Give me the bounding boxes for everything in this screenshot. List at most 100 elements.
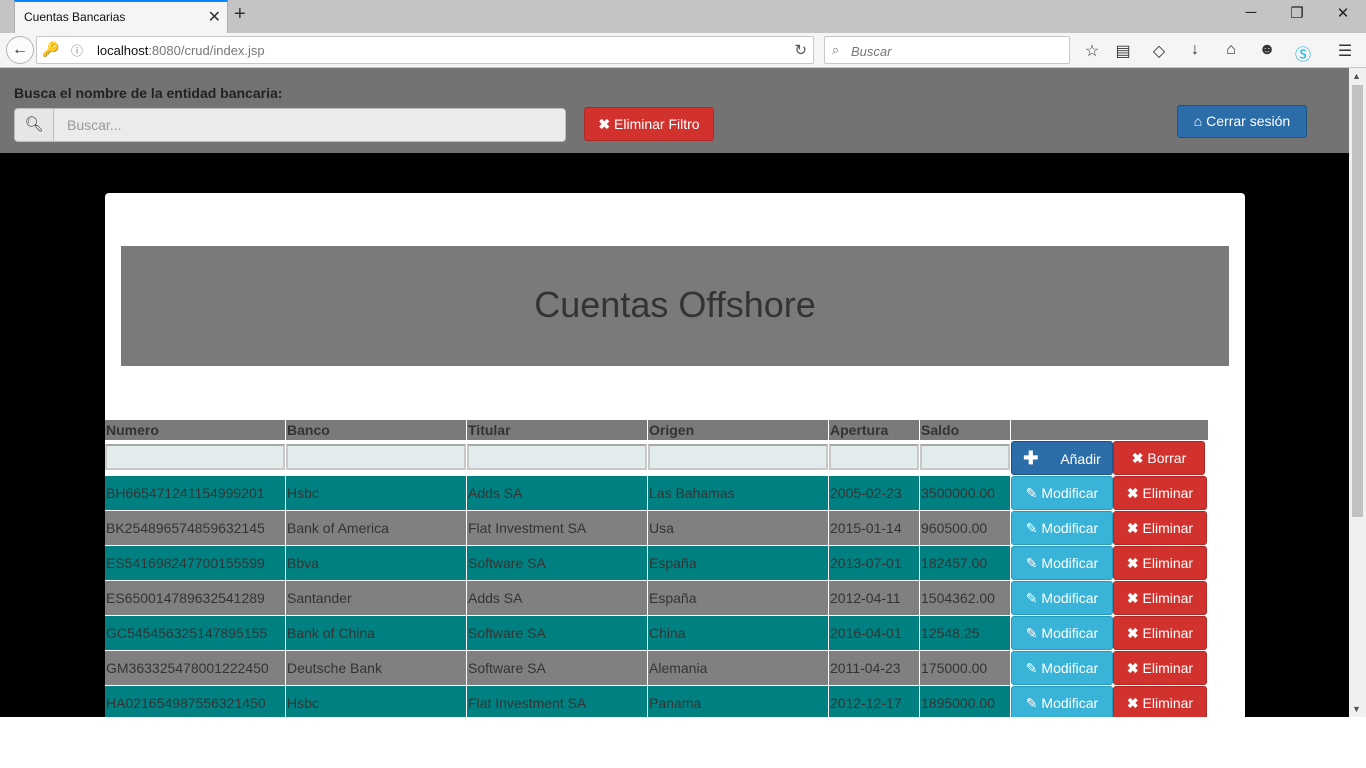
column-filter-input[interactable] — [286, 444, 466, 470]
add-button[interactable]: ✚ Añadir — [1011, 441, 1113, 475]
column-filter-input[interactable] — [920, 444, 1010, 470]
times-icon: ✖ — [1126, 520, 1143, 536]
bank-search-input[interactable] — [55, 109, 565, 141]
modify-button[interactable]: ✎ Modificar — [1011, 476, 1113, 510]
skype-icon[interactable]: Ⓢ — [1293, 41, 1313, 65]
modify-button-label: Modificar — [1041, 660, 1099, 676]
url-text[interactable]: localhost:8080/crud/index.jsp — [97, 43, 265, 58]
table-cell: Bank of China — [286, 616, 466, 650]
times-icon: ✖ — [1126, 590, 1143, 606]
close-tab-icon[interactable]: ✕ — [208, 7, 221, 27]
pencil-icon: ✎ — [1025, 485, 1042, 501]
restore-icon[interactable]: ❐ — [1282, 4, 1312, 22]
column-filter-input[interactable] — [829, 444, 919, 470]
table-cell: ES541698247700155599 — [105, 546, 285, 580]
key-icon[interactable]: 🔑 — [42, 41, 59, 58]
table-cell: 2011-04-23 — [829, 651, 919, 685]
table-cell: 2012-12-17 — [829, 686, 919, 717]
modify-button[interactable]: ✎ Modificar — [1011, 616, 1113, 650]
plus-icon: ✚ — [1023, 448, 1039, 468]
modify-button[interactable]: ✎ Modificar — [1011, 686, 1113, 717]
table-cell: Panama — [648, 686, 828, 717]
table-cell: Flat Investment SA — [467, 511, 647, 545]
delete-button[interactable]: ✖ Eliminar — [1113, 511, 1207, 545]
modify-button[interactable]: ✎ Modificar — [1011, 546, 1113, 580]
modify-button[interactable]: ✎ Modificar — [1011, 511, 1113, 545]
pocket-icon[interactable]: ◇ — [1149, 41, 1169, 61]
table-cell: Santander — [286, 581, 466, 615]
column-header: Numero — [105, 420, 285, 440]
table-cell: HA021654987556321450 — [105, 686, 285, 717]
table-cell: Las Bahamas — [648, 476, 828, 510]
column-header: Titular — [467, 420, 647, 440]
url-path: :8080/crud/index.jsp — [148, 43, 265, 58]
delete-button[interactable]: ✖ Eliminar — [1113, 476, 1207, 510]
browser-navbar: ← 🔑 ⓘ localhost:8080/crud/index.jsp ↻ ⌕ … — [0, 33, 1366, 68]
table-cell: GM363325478001222450 — [105, 651, 285, 685]
column-header-empty — [1011, 420, 1113, 440]
table-cell: Hsbc — [286, 686, 466, 717]
home-icon: ⌂ — [1193, 113, 1203, 129]
table-cell: España — [648, 581, 828, 615]
new-tab-icon[interactable]: + — [234, 3, 246, 26]
home-icon[interactable]: ⌂ — [1221, 41, 1241, 59]
column-filter-input[interactable] — [467, 444, 647, 470]
clear-filter-label: Eliminar Filtro — [614, 116, 700, 132]
browser-tab[interactable]: Cuentas Bancarias ✕ — [14, 0, 228, 33]
extension-icon[interactable]: ☻ — [1257, 41, 1277, 59]
page-scrollbar[interactable]: ▲ ▼ — [1349, 68, 1366, 717]
table-cell: China — [648, 616, 828, 650]
url-bar[interactable]: 🔑 ⓘ localhost:8080/crud/index.jsp ↻ — [36, 36, 814, 64]
table-cell: Hsbc — [286, 476, 466, 510]
info-icon[interactable]: ⓘ — [71, 42, 83, 59]
logout-button[interactable]: ⌂ Cerrar sesión — [1177, 105, 1307, 138]
add-button-label: Añadir — [1060, 451, 1101, 467]
clear-filter-button[interactable]: ✖ Eliminar Filtro — [584, 107, 714, 141]
bookmark-star-icon[interactable]: ☆ — [1082, 41, 1102, 61]
delete-button[interactable]: ✖ Eliminar — [1113, 651, 1207, 685]
scroll-down-icon[interactable]: ▼ — [1352, 704, 1361, 714]
page-viewport: Busca el nombre de la entidad bancaria: … — [0, 68, 1349, 717]
delete-button-label: Eliminar — [1142, 590, 1194, 606]
pencil-icon: ✎ — [1025, 555, 1042, 571]
title-banner: Cuentas Offshore — [121, 246, 1229, 366]
modify-button[interactable]: ✎ Modificar — [1011, 651, 1113, 685]
download-icon[interactable]: ↓ — [1185, 41, 1205, 59]
modify-button-label: Modificar — [1041, 520, 1099, 536]
table-cell: 2013-07-01 — [829, 546, 919, 580]
scrollbar-thumb[interactable] — [1352, 85, 1363, 517]
back-arrow-icon[interactable]: ← — [6, 36, 34, 64]
menu-icon[interactable]: ☰ — [1335, 41, 1355, 61]
delete-button[interactable]: ✖ Eliminar — [1113, 546, 1207, 580]
column-filter-input[interactable] — [105, 444, 285, 470]
clear-button[interactable]: ✖ Borrar — [1113, 441, 1205, 475]
pencil-icon: ✎ — [1025, 625, 1042, 641]
logout-label: Cerrar sesión — [1206, 113, 1291, 129]
pencil-icon: ✎ — [1025, 660, 1042, 676]
table-cell: Adds SA — [467, 476, 647, 510]
times-icon: ✖ — [1126, 485, 1143, 501]
delete-button[interactable]: ✖ Eliminar — [1113, 581, 1207, 615]
reload-icon[interactable]: ↻ — [794, 41, 807, 59]
delete-button[interactable]: ✖ Eliminar — [1113, 686, 1207, 717]
close-window-icon[interactable]: ✕ — [1328, 4, 1358, 22]
minimize-icon[interactable]: ─ — [1236, 4, 1266, 21]
url-host: localhost — [97, 43, 149, 58]
pencil-icon: ✎ — [1025, 520, 1042, 536]
reading-list-icon[interactable]: ▤ — [1113, 41, 1133, 61]
delete-button-label: Eliminar — [1142, 625, 1194, 641]
delete-button[interactable]: ✖ Eliminar — [1113, 616, 1207, 650]
table-cell: Deutsche Bank — [286, 651, 466, 685]
search-icon: 🔍︎ — [15, 109, 54, 141]
browser-search-bar[interactable]: ⌕ Buscar — [824, 36, 1070, 64]
browser-titlebar: Cuentas Bancarias ✕ + ─ ❐ ✕ — [0, 0, 1366, 33]
table-cell: Software SA — [467, 616, 647, 650]
table-cell: 182457.00 — [920, 546, 1010, 580]
times-icon: ✖ — [1131, 450, 1148, 466]
column-header-empty — [1113, 420, 1208, 440]
times-icon: ✖ — [1126, 660, 1143, 676]
search-group: 🔍︎ — [14, 108, 566, 142]
scroll-up-icon[interactable]: ▲ — [1352, 71, 1361, 81]
modify-button[interactable]: ✎ Modificar — [1011, 581, 1113, 615]
column-filter-input[interactable] — [648, 444, 828, 470]
